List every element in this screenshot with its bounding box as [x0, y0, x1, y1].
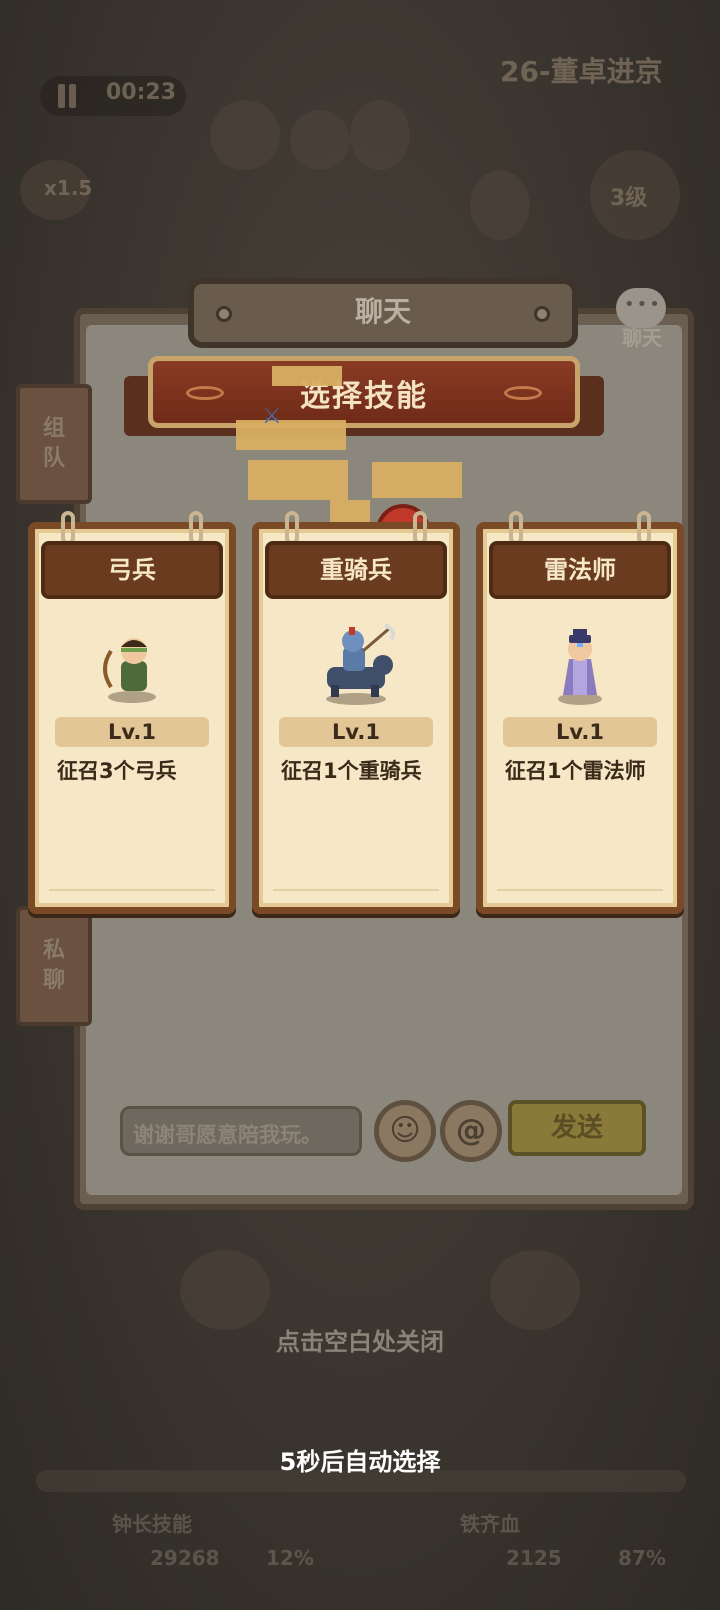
heavy-cavalry-icon: [313, 621, 399, 707]
card-name: 重骑兵: [265, 541, 447, 599]
card-level: Lv.1: [55, 717, 209, 747]
card-name: 雷法师: [489, 541, 671, 599]
hook-icon: [61, 511, 75, 545]
hp-percent: 87%: [618, 1546, 666, 1570]
skill-select-title: 选择技能: [300, 379, 428, 414]
auto-select-countdown: 5秒后自动选择: [279, 1448, 441, 1476]
card-description: 征召1个重骑兵: [281, 759, 422, 783]
stage-title: 26-董卓进京: [500, 55, 663, 88]
card-name: 弓兵: [41, 541, 223, 599]
hook-icon: [413, 511, 427, 545]
bg-unit: [490, 1250, 580, 1330]
hook-icon: [637, 511, 651, 545]
skill-card-heavy-cavalry[interactable]: 重骑兵 Lv.1 征召1个重骑兵: [252, 511, 460, 914]
hook-icon: [509, 511, 523, 545]
pixel-artifact: [372, 462, 462, 498]
smiley-icon: ☺: [389, 1113, 421, 1148]
tab-private[interactable]: 私 聊: [16, 906, 92, 1026]
card-description: 征召1个雷法师: [505, 759, 646, 783]
thunder-mage-icon: [537, 621, 623, 707]
level-label: 3级: [610, 186, 648, 211]
bg-unit: [180, 1250, 270, 1330]
hp-value: 2125: [506, 1546, 562, 1570]
mention-button[interactable]: @: [440, 1100, 502, 1162]
skill-label: 钟长技能: [112, 1512, 192, 1536]
card-description: 征召3个弓兵: [57, 759, 177, 783]
bg-unit: [290, 110, 350, 170]
tab-team[interactable]: 组 队: [16, 384, 92, 504]
chat-side-label[interactable]: 聊天: [622, 322, 662, 351]
timer: 00:23: [106, 80, 177, 105]
at-icon: @: [456, 1113, 486, 1148]
speed-label[interactable]: x1.5: [44, 176, 92, 200]
hp-label: 铁齐血: [460, 1512, 520, 1536]
pixel-artifact: [272, 366, 342, 386]
send-button[interactable]: 发送: [508, 1100, 646, 1156]
chat-input[interactable]: 谢谢哥愿意陪我玩。: [120, 1106, 362, 1156]
card-divider: [497, 881, 663, 891]
close-hint[interactable]: 点击空白处关闭: [0, 1322, 720, 1357]
bg-unit: [210, 100, 280, 170]
tab-private-label: 私 聊: [42, 938, 65, 993]
skill-card-archer[interactable]: 弓兵 Lv.1 征召3个弓兵: [28, 511, 236, 914]
skill-card-thunder-mage[interactable]: 雷法师 Lv.1 征召1个雷法师: [476, 511, 684, 914]
skill-percent: 12%: [266, 1546, 314, 1570]
emoji-button[interactable]: ☺: [374, 1100, 436, 1162]
spear-icon: ⚔: [262, 404, 282, 429]
card-level: Lv.1: [279, 717, 433, 747]
hook-icon: [189, 511, 203, 545]
tab-team-label: 组 队: [42, 416, 65, 471]
skill-value: 29268: [150, 1546, 220, 1570]
bg-unit: [470, 170, 530, 240]
hook-icon: [285, 511, 299, 545]
pixel-artifact: [236, 420, 346, 450]
archer-icon: [89, 621, 175, 707]
chat-title: 聊天: [354, 295, 411, 328]
card-divider: [273, 881, 439, 891]
card-divider: [49, 881, 215, 891]
pause-icon[interactable]: [56, 84, 78, 108]
pixel-artifact: [248, 460, 348, 500]
bg-unit: [350, 100, 410, 170]
card-level: Lv.1: [503, 717, 657, 747]
